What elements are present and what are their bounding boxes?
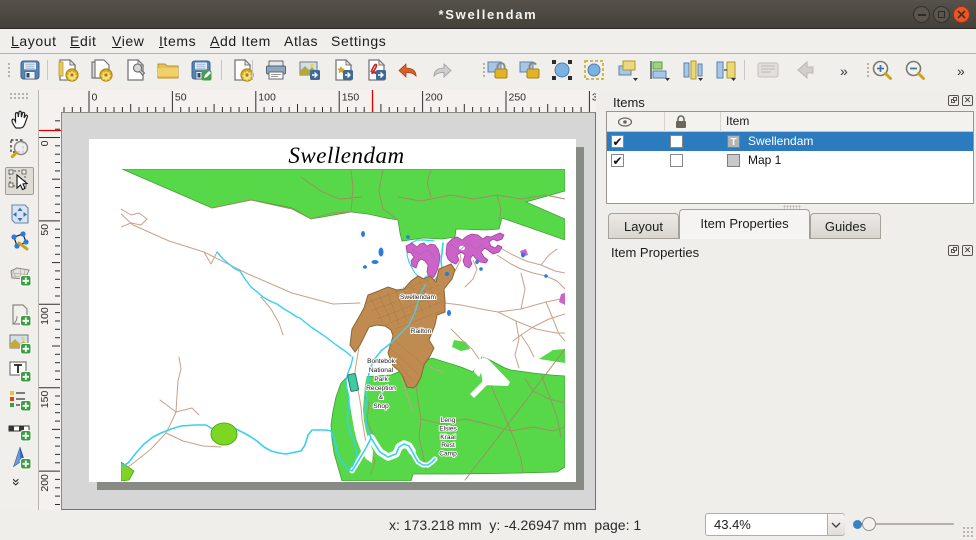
svg-text:National: National	[368, 367, 393, 374]
svg-text:Shop: Shop	[373, 403, 389, 410]
svg-text:Rest: Rest	[441, 442, 455, 449]
svg-text:Reception: Reception	[366, 385, 396, 392]
svg-text:Elsies: Elsies	[439, 425, 457, 432]
svg-text:200: 200	[425, 92, 443, 104]
svg-text:300: 300	[592, 92, 596, 104]
svg-text:Park: Park	[374, 376, 388, 383]
svg-text:Leng: Leng	[440, 417, 455, 424]
svg-text:Railton: Railton	[410, 328, 431, 335]
svg-text:50: 50	[39, 224, 51, 236]
svg-text:0: 0	[92, 92, 98, 104]
svg-text:50: 50	[175, 92, 187, 104]
svg-text:Bontebok: Bontebok	[367, 358, 396, 365]
svg-text:250: 250	[509, 92, 527, 104]
svg-text:Camp: Camp	[439, 451, 457, 458]
svg-text:150: 150	[342, 92, 360, 104]
svg-text:&: &	[378, 394, 383, 401]
svg-text:Kraal: Kraal	[440, 434, 456, 441]
svg-text:100: 100	[258, 92, 276, 104]
svg-text:Swellendam: Swellendam	[400, 294, 436, 301]
svg-text:0: 0	[39, 140, 51, 146]
svg-text:100: 100	[39, 307, 51, 325]
svg-text:150: 150	[39, 391, 51, 409]
svg-text:200: 200	[39, 474, 51, 492]
